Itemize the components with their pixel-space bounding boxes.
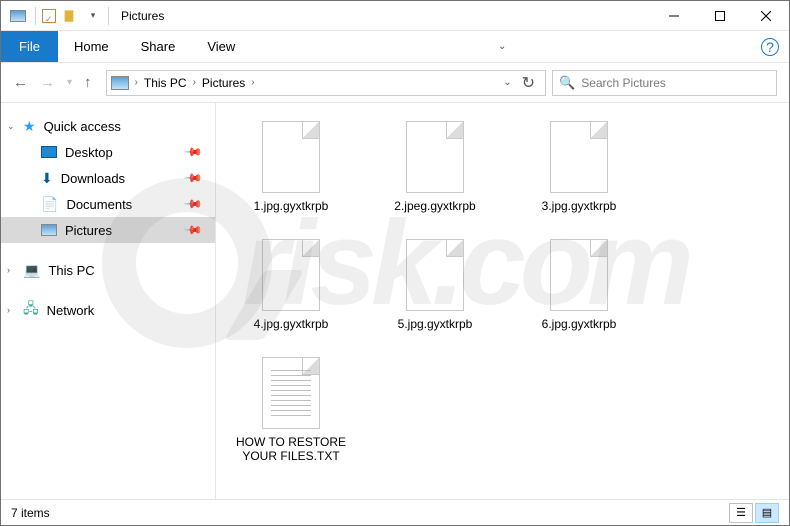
- file-name: 2.jpeg.gyxtkrpb: [394, 199, 475, 213]
- file-icon: [550, 121, 608, 193]
- crumb-this-pc[interactable]: This PC: [140, 76, 191, 90]
- this-pc-group: › 💻 This PC: [1, 257, 215, 283]
- file-icon: [262, 121, 320, 193]
- chevron-right-icon[interactable]: ›: [191, 77, 198, 88]
- new-folder-icon[interactable]: ▇: [58, 5, 80, 27]
- explorer-window: ✓ ▇ ▾ Pictures File Home Share View ⌄ ?: [0, 0, 790, 526]
- ribbon-expand-icon[interactable]: ⌄: [498, 31, 506, 62]
- statusbar: 7 items ☰ ▤: [1, 499, 789, 525]
- file-icon: [550, 239, 608, 311]
- tab-view[interactable]: View: [191, 31, 251, 62]
- forward-button[interactable]: →: [40, 74, 55, 91]
- file-item[interactable]: 2.jpeg.gyxtkrpb: [380, 121, 490, 213]
- breadcrumb[interactable]: › This PC › Pictures › ⌄ ↻: [106, 70, 546, 96]
- quick-access-group: ⌄ ★ Quick access Desktop 📌 ⬇ Downloads 📌…: [1, 113, 215, 243]
- separator: [35, 7, 36, 25]
- tab-share[interactable]: Share: [125, 31, 192, 62]
- qat-dropdown-icon[interactable]: ▾: [82, 5, 104, 27]
- file-item[interactable]: 5.jpg.gyxtkrpb: [380, 239, 490, 331]
- search-placeholder: Search Pictures: [581, 76, 666, 90]
- pin-icon: 📌: [183, 194, 203, 214]
- sidebar-item-documents[interactable]: 📄 Documents 📌: [1, 191, 215, 217]
- file-item[interactable]: 3.jpg.gyxtkrpb: [524, 121, 634, 213]
- item-count: 7 items: [11, 506, 50, 520]
- sidebar-item-network[interactable]: › 🖧 Network: [1, 297, 215, 323]
- nav-arrows: ← → ▾ ↑: [13, 74, 92, 91]
- search-input[interactable]: 🔍 Search Pictures: [552, 70, 777, 96]
- sidebar-item-quick-access[interactable]: ⌄ ★ Quick access: [1, 113, 215, 139]
- download-icon: ⬇: [41, 170, 53, 187]
- view-switcher: ☰ ▤: [729, 503, 779, 523]
- up-button[interactable]: ↑: [84, 74, 92, 91]
- ribbon: File Home Share View ⌄ ?: [1, 31, 789, 63]
- sidebar-item-downloads[interactable]: ⬇ Downloads 📌: [1, 165, 215, 191]
- file-item[interactable]: 4.jpg.gyxtkrpb: [236, 239, 346, 331]
- back-button[interactable]: ←: [13, 74, 28, 91]
- sidebar-item-label: Desktop: [65, 145, 113, 160]
- file-name: 1.jpg.gyxtkrpb: [254, 199, 329, 213]
- quick-access-toolbar: ✓ ▇ ▾: [1, 5, 104, 27]
- window-title: Pictures: [121, 9, 164, 23]
- text-file-icon: [262, 357, 320, 429]
- desktop-icon: [41, 146, 57, 158]
- sidebar-item-pictures[interactable]: Pictures 📌: [1, 217, 215, 243]
- file-icon: [262, 239, 320, 311]
- file-icon: [406, 239, 464, 311]
- body: ⌄ ★ Quick access Desktop 📌 ⬇ Downloads 📌…: [1, 103, 789, 499]
- file-name: 5.jpg.gyxtkrpb: [398, 317, 473, 331]
- close-button[interactable]: [743, 1, 789, 31]
- sidebar-item-label: Network: [47, 303, 95, 318]
- tab-home[interactable]: Home: [58, 31, 125, 62]
- search-icon: 🔍: [559, 75, 575, 91]
- navbar: ← → ▾ ↑ › This PC › Pictures › ⌄ ↻ 🔍 Sea…: [1, 63, 789, 103]
- sidebar-item-label: Pictures: [65, 223, 112, 238]
- network-icon: 🖧: [23, 298, 39, 322]
- file-name: HOW TO RESTORE YOUR FILES.TXT: [236, 435, 346, 463]
- files-pane[interactable]: 1.jpg.gyxtkrpb 2.jpeg.gyxtkrpb 3.jpg.gyx…: [216, 103, 789, 499]
- file-name: 3.jpg.gyxtkrpb: [542, 199, 617, 213]
- window-controls: [651, 1, 789, 31]
- properties-icon[interactable]: ✓: [42, 9, 56, 23]
- file-item[interactable]: 1.jpg.gyxtkrpb: [236, 121, 346, 213]
- file-name: 4.jpg.gyxtkrpb: [254, 317, 329, 331]
- sidebar-item-label: This PC: [48, 263, 94, 278]
- file-icon: [406, 121, 464, 193]
- file-item[interactable]: HOW TO RESTORE YOUR FILES.TXT: [236, 357, 346, 463]
- details-view-button[interactable]: ☰: [729, 503, 753, 523]
- network-group: › 🖧 Network: [1, 297, 215, 323]
- sidebar-item-label: Downloads: [61, 171, 125, 186]
- minimize-button[interactable]: [651, 1, 697, 31]
- pin-icon: 📌: [183, 220, 203, 240]
- file-item[interactable]: 6.jpg.gyxtkrpb: [524, 239, 634, 331]
- chevron-down-icon[interactable]: ⌄: [7, 121, 15, 132]
- chevron-right-icon[interactable]: ›: [7, 305, 10, 315]
- sidebar: ⌄ ★ Quick access Desktop 📌 ⬇ Downloads 📌…: [1, 103, 216, 499]
- app-icon[interactable]: [7, 5, 29, 27]
- location-icon: [111, 76, 129, 90]
- star-icon: ★: [23, 118, 36, 135]
- chevron-right-icon[interactable]: ›: [133, 77, 140, 88]
- file-tab[interactable]: File: [1, 31, 58, 62]
- pin-icon: 📌: [183, 142, 203, 162]
- sidebar-item-label: Quick access: [44, 119, 121, 134]
- refresh-icon[interactable]: ↻: [522, 73, 535, 93]
- sidebar-item-label: Documents: [66, 197, 132, 212]
- pin-icon: 📌: [183, 168, 203, 188]
- file-name: 6.jpg.gyxtkrpb: [542, 317, 617, 331]
- address-dropdown-icon[interactable]: ⌄: [503, 77, 511, 88]
- chevron-right-icon[interactable]: ›: [7, 265, 10, 275]
- maximize-button[interactable]: [697, 1, 743, 31]
- recent-dropdown-icon[interactable]: ▾: [67, 77, 72, 88]
- titlebar: ✓ ▇ ▾ Pictures: [1, 1, 789, 31]
- help-icon[interactable]: ?: [761, 38, 779, 56]
- sidebar-item-this-pc[interactable]: › 💻 This PC: [1, 257, 215, 283]
- pc-icon: 💻: [23, 262, 40, 279]
- pictures-icon: [41, 224, 57, 236]
- icons-view-button[interactable]: ▤: [755, 503, 779, 523]
- sidebar-item-desktop[interactable]: Desktop 📌: [1, 139, 215, 165]
- crumb-pictures[interactable]: Pictures: [198, 76, 249, 90]
- chevron-right-icon[interactable]: ›: [249, 77, 256, 88]
- document-icon: 📄: [41, 196, 58, 213]
- separator: [108, 7, 109, 25]
